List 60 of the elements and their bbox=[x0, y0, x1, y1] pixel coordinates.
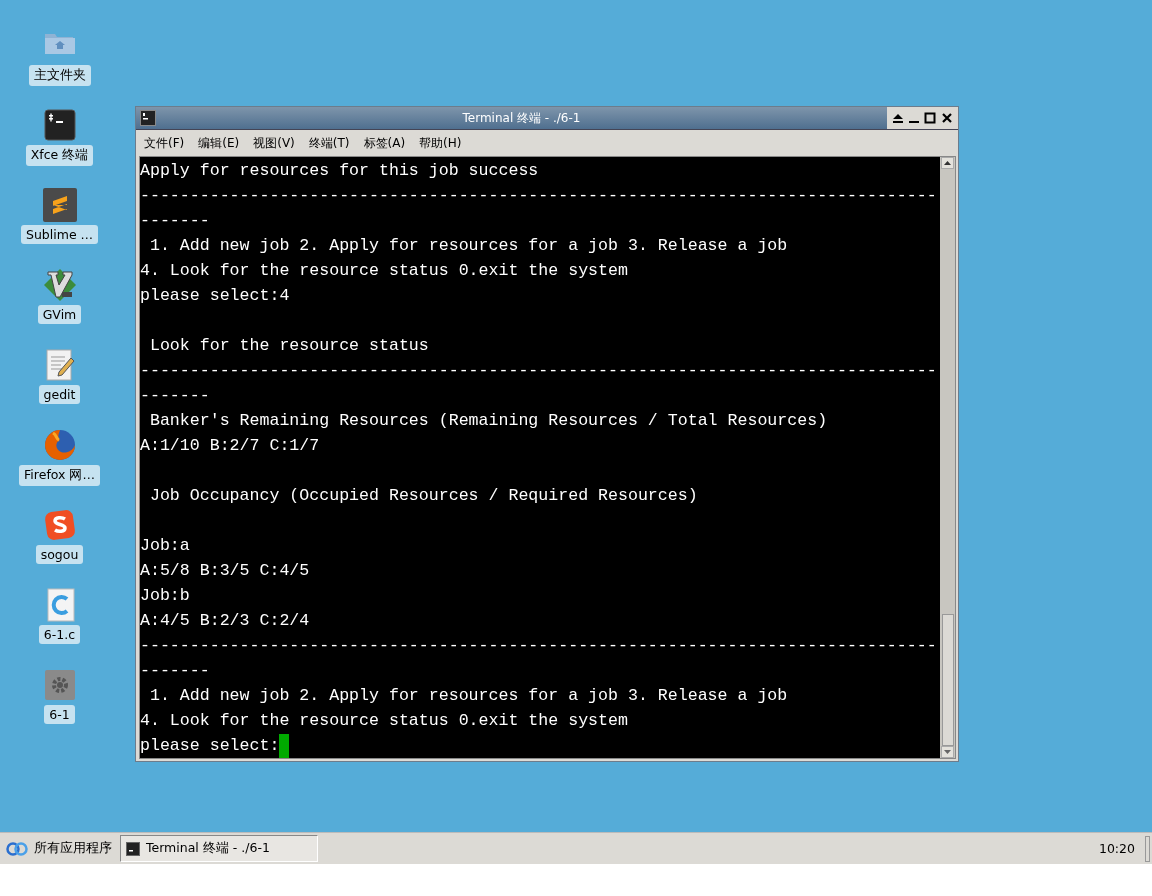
terminal-line: Job:b bbox=[140, 585, 190, 607]
desktop-icon-label[interactable]: 主文件夹 bbox=[28, 65, 91, 86]
desktop-icon-label[interactable]: Xfce 终端 bbox=[25, 145, 94, 166]
sublime-logo-icon bbox=[42, 188, 77, 222]
terminal-line: -------------------------------------------------------------------------------- bbox=[140, 360, 937, 382]
scroll-thumb[interactable] bbox=[941, 614, 954, 746]
terminal-icon bbox=[140, 110, 156, 126]
terminal-line: -------------------------------------------------------------------------------- bbox=[140, 635, 937, 657]
close-icon bbox=[941, 112, 953, 124]
shade-icon bbox=[892, 112, 904, 124]
desktop-icon-label[interactable]: Firefox 网… bbox=[19, 465, 100, 486]
terminal-line: Job:a bbox=[140, 535, 190, 557]
globe-fox-icon bbox=[42, 428, 77, 462]
clock: 10:20 bbox=[1098, 841, 1135, 856]
terminal-line: Job Occupancy (Occupied Resources / Required Resources) bbox=[148, 485, 698, 507]
terminal-line: A:4/5 B:2/3 C:2/4 bbox=[140, 610, 310, 632]
terminal-line: please select:4 bbox=[140, 285, 290, 307]
menu-item[interactable]: 终端(T) bbox=[308, 134, 350, 152]
minimize-icon bbox=[909, 121, 919, 123]
terminal-line: Banker's Remaining Resources (Remaining Resources / Total Resources) bbox=[148, 410, 828, 432]
desktop-icon-label[interactable]: 6-1.c bbox=[38, 625, 81, 644]
terminal-line: A:5/8 B:3/5 C:4/5 bbox=[140, 560, 310, 582]
desktop-icon-label[interactable]: sogou bbox=[35, 545, 84, 564]
terminal-line: ------- bbox=[140, 210, 210, 232]
vim-logo-icon bbox=[42, 268, 77, 302]
text-cursor bbox=[279, 733, 290, 758]
terminal-line: Apply for resources for this job success bbox=[140, 160, 539, 182]
terminal-icon bbox=[42, 108, 77, 142]
terminal-line: please select: bbox=[140, 735, 280, 757]
window-title: Terminal 终端 - ./6-1 bbox=[461, 109, 582, 127]
s-logo-icon bbox=[42, 508, 77, 542]
gear-icon bbox=[42, 668, 77, 702]
terminal-line: 1. Add new job 2. Apply for resources for a job 3. Release a job bbox=[148, 235, 788, 257]
menu-item[interactable]: 标签(A) bbox=[363, 134, 406, 152]
terminal-line: A:1/10 B:2/7 C:1/7 bbox=[140, 435, 320, 457]
terminal-line: 4. Look for the resource status 0.exit the system bbox=[140, 260, 628, 282]
applications-menu-button[interactable]: 所有应用程序 bbox=[0, 840, 120, 857]
menu-item[interactable]: 视图(V) bbox=[253, 134, 295, 152]
terminal-line: ------- bbox=[140, 385, 210, 407]
maximize-icon bbox=[924, 112, 936, 124]
taskbar-window-label: Terminal 终端 - ./6-1 bbox=[146, 840, 270, 857]
menu-item[interactable]: 帮助(H) bbox=[419, 134, 462, 152]
scroll-up-icon bbox=[941, 157, 954, 169]
terminal-line: 4. Look for the resource status 0.exit the system bbox=[140, 710, 628, 732]
desktop-icon-label[interactable]: gedit bbox=[38, 385, 81, 404]
menu-item[interactable]: 文件(F) bbox=[144, 134, 185, 152]
terminal-line: -------------------------------------------------------------------------------- bbox=[140, 185, 937, 207]
scroll-down-icon bbox=[941, 746, 954, 758]
terminal-line: Look for the resource status bbox=[148, 335, 429, 357]
taskbar-window-button[interactable]: Terminal 终端 - ./6-1 bbox=[120, 835, 318, 862]
terminal-line: 1. Add new job 2. Apply for resources for a job 3. Release a job bbox=[148, 685, 788, 707]
menu-item[interactable]: 编辑(E) bbox=[198, 134, 240, 152]
terminal-icon bbox=[126, 841, 140, 856]
desktop-icon-label[interactable]: GVim bbox=[37, 305, 82, 324]
terminal-line: ------- bbox=[140, 660, 210, 682]
panel-handle bbox=[1145, 835, 1150, 862]
desktop-icon-label[interactable]: Sublime … bbox=[20, 225, 99, 244]
desktop-icon-label[interactable]: 6-1 bbox=[44, 705, 75, 724]
applications-menu-label: 所有应用程序 bbox=[34, 840, 112, 857]
linked-rings-icon bbox=[6, 840, 28, 857]
